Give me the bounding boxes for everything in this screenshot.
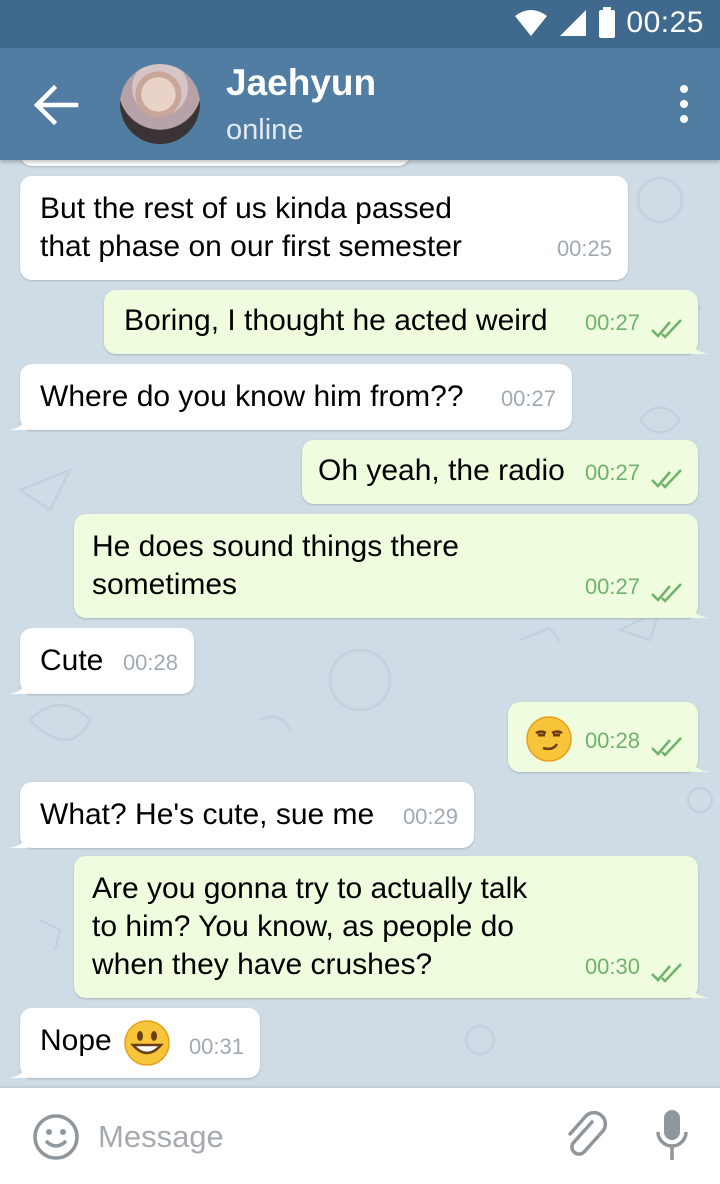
wifi-icon — [515, 10, 548, 36]
message-time: 00:30 — [584, 954, 640, 979]
message-time: 00:28 — [122, 650, 178, 675]
message-text: Nope — [40, 1024, 112, 1057]
message-text: Are you gonna try to actually talk to hi… — [92, 872, 528, 981]
bubble-tail — [690, 752, 710, 772]
avatar[interactable] — [120, 64, 200, 144]
microphone-icon[interactable] — [654, 1108, 690, 1164]
smiley-icon[interactable] — [32, 1113, 80, 1161]
message-text: What? He's cute, sue me — [40, 798, 375, 831]
paperclip-icon[interactable] — [562, 1110, 610, 1162]
double-check-icon — [651, 319, 682, 339]
more-vertical-icon[interactable] — [674, 84, 694, 124]
message-text: But the rest of us kinda passed that pha… — [40, 192, 462, 263]
bubble-tail — [690, 978, 710, 998]
message-time: 00:31 — [188, 1034, 244, 1059]
bubble-tail — [8, 1058, 28, 1078]
message-text: Boring, I thought he acted weird — [124, 304, 548, 337]
message-text: He does sound things there sometimes — [92, 530, 459, 601]
message-time: 00:27 — [500, 386, 556, 411]
bubble-tail — [8, 410, 28, 430]
message-bubble-incoming[interactable]: Nope 00:31 — [8, 1008, 260, 1078]
message-time: 00:29 — [402, 804, 458, 829]
message-bubble-outgoing[interactable]: He does sound things there sometimes 00:… — [74, 514, 710, 618]
double-check-icon — [651, 583, 682, 603]
message-text: Where do you know him from?? — [40, 380, 464, 413]
message-bubble-outgoing[interactable]: Oh yeah, the radio 00:27 — [302, 440, 698, 504]
double-check-icon — [651, 469, 682, 489]
double-check-icon — [651, 963, 682, 983]
grinning-emoji-icon — [124, 1020, 170, 1066]
message-text: Oh yeah, the radio — [318, 454, 565, 487]
chat-header: Jaehyun online — [0, 48, 720, 160]
message-input-bar — [0, 1088, 720, 1184]
bubble-tail — [690, 334, 710, 354]
cell-signal-icon — [560, 10, 587, 36]
message-bubble-outgoing[interactable]: 00:28 — [508, 702, 710, 772]
message-bubble-incoming[interactable]: Cute 00:28 — [8, 628, 194, 694]
message-time: 00:27 — [584, 574, 640, 599]
contact-name[interactable]: Jaehyun — [226, 62, 376, 104]
status-time: 00:25 — [626, 6, 704, 39]
chat-area[interactable]: But the rest of us kinda passed that pha… — [0, 160, 720, 1088]
status-bar: 00:25 — [0, 0, 720, 48]
message-bubble-incoming[interactable]: But the rest of us kinda passed that pha… — [20, 176, 628, 280]
bubble-tail — [8, 674, 28, 694]
contact-status: online — [226, 114, 304, 146]
double-check-icon — [651, 737, 682, 757]
message-time: 00:28 — [584, 728, 640, 753]
message-bubble-outgoing[interactable]: Are you gonna try to actually talk to hi… — [74, 856, 710, 998]
message-text: Cute — [40, 644, 104, 677]
message-bubble-incoming[interactable]: Where do you know him from?? 00:27 — [8, 364, 572, 430]
message-time: 00:27 — [584, 460, 640, 485]
bubble-tail — [690, 598, 710, 618]
message-time: 00:25 — [556, 236, 612, 261]
smirk-emoji-icon — [526, 716, 572, 762]
previous-message-bubble — [20, 160, 410, 166]
arrow-left-icon[interactable] — [30, 82, 80, 128]
message-input[interactable] — [96, 1110, 540, 1164]
battery-icon — [599, 7, 616, 38]
bubble-tail — [8, 828, 28, 848]
message-bubble-incoming[interactable]: What? He's cute, sue me 00:29 — [8, 782, 474, 848]
message-bubble-outgoing[interactable]: Boring, I thought he acted weird 00:27 — [104, 290, 710, 354]
message-time: 00:27 — [584, 310, 640, 335]
